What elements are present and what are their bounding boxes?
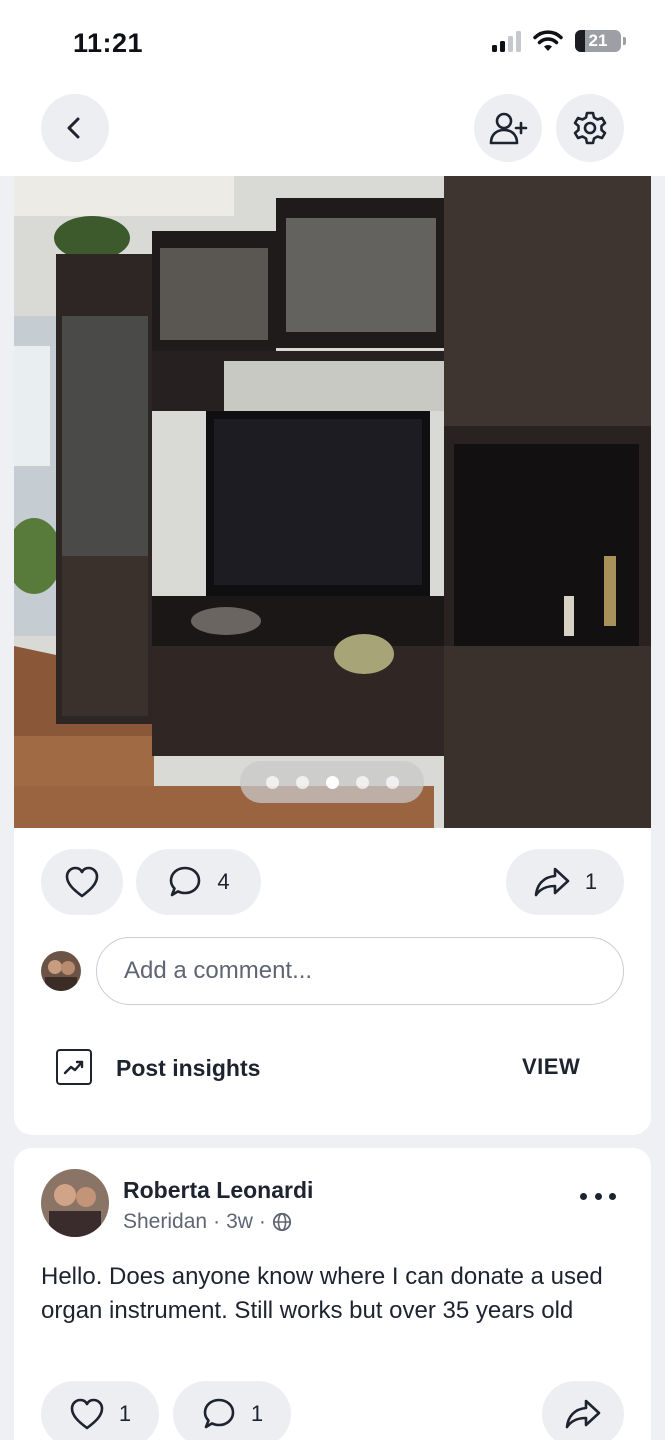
- comment-icon: [170, 866, 201, 897]
- like-button[interactable]: [41, 849, 123, 915]
- status-time: 11:21: [73, 28, 144, 58]
- settings-button[interactable]: [556, 94, 624, 162]
- cellular-signal-icon: [492, 30, 521, 52]
- avatar: [41, 951, 81, 991]
- post-body: Hello. Does anyone know where I can dona…: [41, 1263, 603, 1324]
- wifi-icon: [533, 30, 563, 51]
- comment-count: 1: [250, 1401, 264, 1426]
- comment-button[interactable]: 4: [136, 849, 261, 915]
- post-photo[interactable]: [14, 176, 651, 828]
- back-button[interactable]: [41, 94, 109, 162]
- carousel-dot[interactable]: [385, 775, 399, 789]
- carousel-dot[interactable]: [265, 775, 279, 789]
- like-count: 1: [118, 1401, 132, 1426]
- insights-chart-icon: [56, 1049, 92, 1085]
- carousel-indicator: [240, 761, 424, 803]
- gear-icon: [573, 111, 607, 145]
- heart-icon: [65, 866, 99, 898]
- carousel-dot[interactable]: [355, 775, 369, 789]
- view-insights-link[interactable]: VIEW: [522, 1054, 580, 1080]
- meta-separator: ·: [258, 1210, 266, 1233]
- post-meta: Sheridan · 3w ·: [123, 1210, 292, 1234]
- share-button[interactable]: 1: [506, 849, 624, 915]
- battery-icon: 21: [575, 30, 626, 52]
- post-location: Sheridan: [123, 1210, 208, 1233]
- carousel-dot-active[interactable]: [325, 775, 339, 789]
- carousel-dot[interactable]: [295, 775, 309, 789]
- comment-input[interactable]: [96, 937, 624, 1005]
- author-name[interactable]: Roberta Leonardi: [123, 1177, 313, 1204]
- meta-separator: ·: [213, 1210, 221, 1233]
- more-options-button[interactable]: [580, 1184, 616, 1208]
- heart-icon: [70, 1398, 104, 1430]
- comment-count: 4: [217, 869, 230, 894]
- share-button[interactable]: [542, 1381, 624, 1440]
- post-age: 3w: [226, 1210, 253, 1233]
- comment-button[interactable]: 1: [173, 1381, 291, 1440]
- share-arrow-icon: [565, 1399, 601, 1429]
- post-card: Roberta Leonardi Sheridan · 3w · Hello. …: [14, 1148, 651, 1440]
- person-plus-icon: [489, 112, 528, 145]
- photo-image: [14, 176, 651, 828]
- author-avatar[interactable]: [41, 1169, 109, 1237]
- like-button[interactable]: 1: [41, 1381, 159, 1440]
- add-friend-button[interactable]: [474, 94, 542, 162]
- post-insights-label[interactable]: Post insights: [116, 1055, 260, 1082]
- status-icons: 21: [492, 30, 626, 52]
- chevron-left-icon: [67, 117, 80, 139]
- globe-icon: [272, 1212, 292, 1232]
- post-card: 4 1 Post insights VIEW: [14, 176, 651, 1135]
- share-count: 1: [584, 869, 598, 894]
- battery-level: 21: [588, 31, 608, 50]
- share-arrow-icon: [534, 867, 570, 897]
- comment-icon: [203, 1398, 235, 1429]
